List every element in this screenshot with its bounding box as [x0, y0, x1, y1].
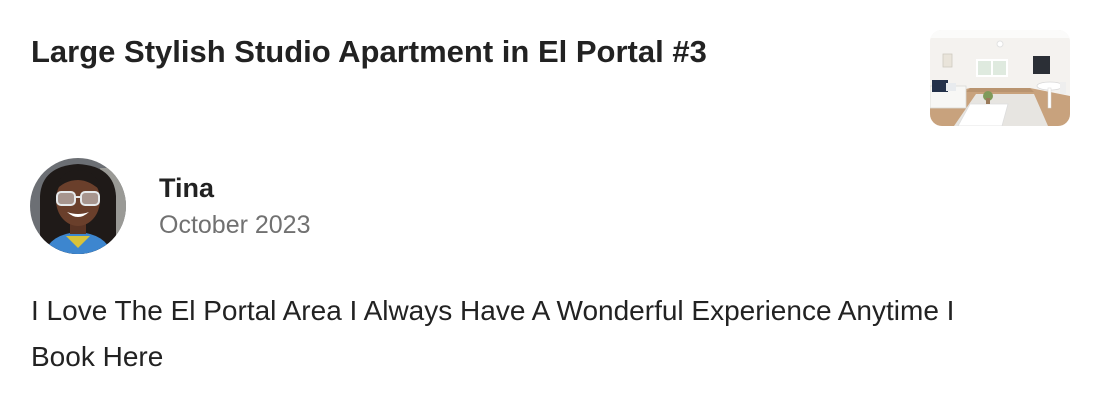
reviewer-name: Tina: [159, 173, 215, 203]
reviewer-info: Tina October 2023: [30, 158, 630, 254]
avatar[interactable]: [30, 158, 126, 254]
apartment-photo-icon: [930, 30, 1070, 126]
review-date: October 2023: [159, 211, 311, 239]
listing-header: Large Stylish Studio Apartment in El Por…: [0, 0, 1096, 140]
listing-title[interactable]: Large Stylish Studio Apartment in El Por…: [31, 30, 707, 74]
review-text: I Love The El Portal Area I Always Have …: [31, 295, 955, 372]
reviewer-photo-icon: [30, 158, 126, 254]
listing-thumbnail[interactable]: [930, 30, 1070, 126]
